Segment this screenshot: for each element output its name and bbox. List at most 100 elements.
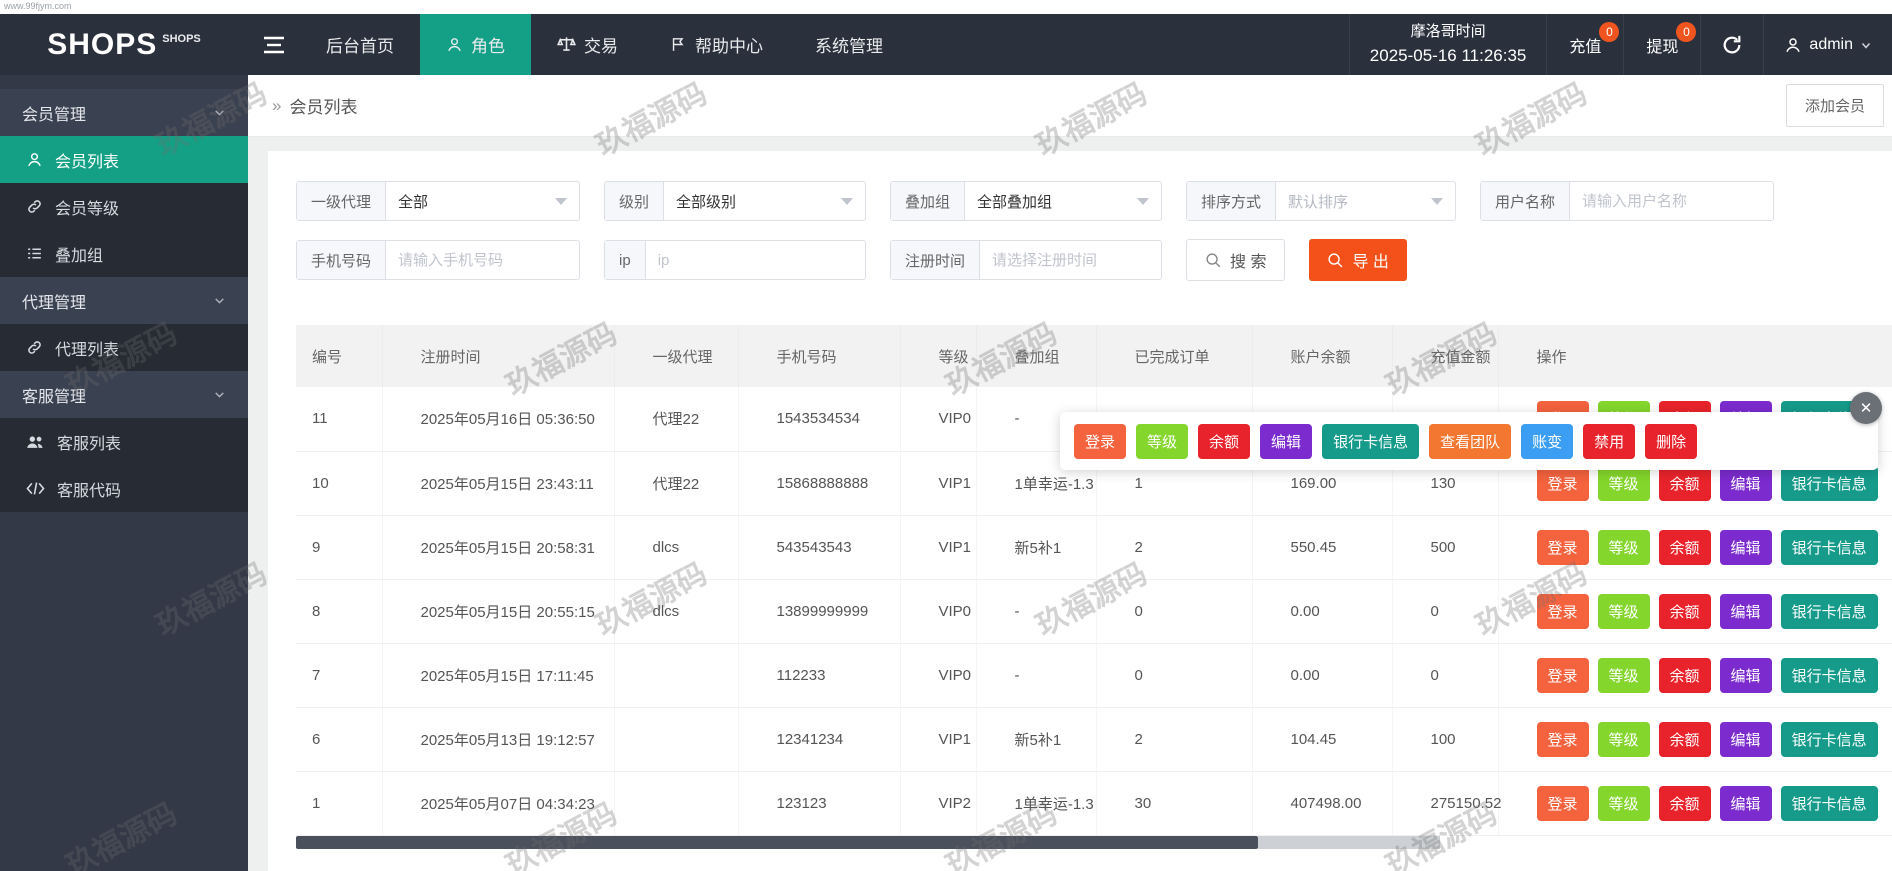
popup-action-level-button[interactable]: 等级	[1136, 423, 1189, 459]
action-level-button[interactable]: 等级	[1597, 529, 1650, 565]
close-icon[interactable]: ✕	[1850, 392, 1882, 424]
action-level-button[interactable]: 等级	[1597, 593, 1650, 629]
popup-action-delete-button[interactable]: 删除	[1645, 423, 1698, 459]
popup-action-change-button[interactable]: 账变	[1521, 423, 1574, 459]
cell-reg-time: 2025年05月07日 04:34:23	[382, 771, 615, 836]
action-edit-button[interactable]: 编辑	[1719, 785, 1772, 821]
action-login-button[interactable]: 登录	[1536, 657, 1589, 693]
cell-agent: 代理22	[614, 387, 739, 452]
sidebar-item-代理列表[interactable]: 代理列表	[0, 324, 248, 371]
filter-sort-label: 排序方式	[1187, 182, 1277, 220]
search-label: 搜 索	[1230, 254, 1267, 271]
action-login-button[interactable]: 登录	[1536, 785, 1589, 821]
nav-label: 系统管理	[815, 37, 883, 56]
action-bank-button[interactable]: 银行卡信息	[1780, 721, 1878, 757]
action-edit-button[interactable]: 编辑	[1719, 593, 1772, 629]
filter-group-label: 叠加组	[891, 182, 966, 220]
popup-action-balance-button[interactable]: 余额	[1198, 423, 1251, 459]
action-bank-button[interactable]: 银行卡信息	[1780, 465, 1878, 501]
filter-ip-label: ip	[605, 241, 646, 279]
action-login-button[interactable]: 登录	[1536, 593, 1589, 629]
cell-orders: 0	[1096, 579, 1253, 644]
sidebar-item-会员列表[interactable]: 会员列表	[0, 136, 248, 183]
sidebar-group-label: 客服管理	[22, 388, 87, 406]
cell-group: -	[976, 643, 1097, 708]
sidebar: 会员管理 会员列表 会员等级 叠加组 代理管理 代理列表客服管理客服列表 客服代码	[0, 75, 248, 871]
action-level-button[interactable]: 等级	[1597, 465, 1650, 501]
export-button[interactable]: 导 出	[1309, 239, 1407, 281]
top-url-watermark: www.99fjym.com	[0, 0, 1892, 14]
withdraw-button[interactable]: 提现 0	[1623, 14, 1700, 75]
action-edit-button[interactable]: 编辑	[1719, 465, 1772, 501]
recharge-button[interactable]: 充值 0	[1546, 14, 1623, 75]
table-row: 9 2025年05月15日 20:58:31 dlcs 543543543 VIP1 新5…	[296, 515, 1892, 580]
scrollbar-track[interactable]	[1258, 835, 1440, 849]
action-bank-button[interactable]: 银行卡信息	[1780, 785, 1878, 821]
cell-actions: 登录等级余额编辑银行卡信息	[1498, 515, 1892, 580]
sidebar-group-会员管理[interactable]: 会员管理	[0, 89, 248, 136]
popup-action-team-button[interactable]: 查看团队	[1429, 423, 1512, 459]
nav-item-后台首页[interactable]: 后台首页	[300, 14, 420, 75]
action-edit-button[interactable]: 编辑	[1719, 721, 1772, 757]
export-search-icon	[1328, 252, 1343, 267]
action-balance-button[interactable]: 余额	[1658, 657, 1711, 693]
action-login-button[interactable]: 登录	[1536, 529, 1589, 565]
filter-group-select[interactable]: 叠加组 全部叠加组	[890, 181, 1162, 221]
table-row: 6 2025年05月13日 19:12:57 12341234 VIP1 新5补1 2 10…	[296, 707, 1892, 772]
popup-action-disable-button[interactable]: 禁用	[1583, 423, 1636, 459]
menu-toggle-icon[interactable]	[248, 14, 300, 75]
ip-input[interactable]	[645, 241, 869, 279]
nav-item-系统管理[interactable]: 系统管理	[789, 14, 909, 75]
filter-level-select[interactable]: 级别 全部级别	[604, 181, 866, 221]
timezone-clock: 摩洛哥时间 2025-05-16 11:26:35	[1348, 14, 1547, 75]
cell-reg-time: 2025年05月15日 23:43:11	[382, 451, 615, 516]
action-balance-button[interactable]: 余额	[1658, 593, 1711, 629]
action-bank-button[interactable]: 银行卡信息	[1780, 593, 1878, 629]
logo: SHOPS SHOPS	[0, 14, 248, 75]
filter-regtime-label: 注册时间	[891, 241, 981, 279]
scrollbar-thumb[interactable]	[296, 835, 1258, 849]
action-balance-button[interactable]: 余额	[1658, 529, 1711, 565]
phone-input[interactable]	[386, 241, 610, 279]
nav-label: 后台首页	[326, 37, 394, 56]
filter-sort-value: 默认排序	[1288, 193, 1349, 211]
nav-item-帮助中心[interactable]: 帮助中心	[644, 14, 789, 75]
action-level-button[interactable]: 等级	[1597, 657, 1650, 693]
nav-item-交易[interactable]: 交易	[531, 14, 644, 75]
content-card: 一级代理 全部 级别 全部级别 叠加组 全部叠加组 排序方式 默认排序 用户名称…	[268, 151, 1892, 871]
popup-action-bank-button[interactable]: 银行卡信息	[1322, 423, 1420, 459]
filter-sort-select[interactable]: 排序方式 默认排序	[1186, 181, 1456, 221]
popup-action-login-button[interactable]: 登录	[1074, 423, 1127, 459]
action-edit-button[interactable]: 编辑	[1719, 657, 1772, 693]
action-login-button[interactable]: 登录	[1536, 721, 1589, 757]
nav-item-角色[interactable]: 角色	[420, 14, 531, 75]
action-edit-button[interactable]: 编辑	[1719, 529, 1772, 565]
sidebar-item-客服代码[interactable]: 客服代码	[0, 465, 248, 512]
recharge-label: 充值	[1569, 38, 1602, 56]
action-balance-button[interactable]: 余额	[1658, 465, 1711, 501]
sidebar-group-代理管理[interactable]: 代理管理	[0, 277, 248, 324]
action-balance-button[interactable]: 余额	[1658, 721, 1711, 757]
admin-menu[interactable]: admin	[1763, 14, 1892, 75]
cell-reg-time: 2025年05月15日 20:55:15	[382, 579, 615, 644]
refresh-icon[interactable]	[1700, 14, 1763, 75]
action-balance-button[interactable]: 余额	[1658, 785, 1711, 821]
action-bank-button[interactable]: 银行卡信息	[1780, 657, 1878, 693]
recharge-badge: 0	[1599, 22, 1620, 42]
action-login-button[interactable]: 登录	[1536, 465, 1589, 501]
action-bank-button[interactable]: 银行卡信息	[1780, 529, 1878, 565]
username-input[interactable]	[1570, 182, 1794, 220]
regtime-input[interactable]	[980, 241, 1204, 279]
add-member-button[interactable]: 添加会员	[1785, 84, 1884, 127]
sidebar-group-客服管理[interactable]: 客服管理	[0, 371, 248, 418]
sidebar-item-会员等级[interactable]: 会员等级	[0, 183, 248, 230]
filter-phone-field: 手机号码	[296, 240, 610, 280]
cell-actions: 登录等级余额编辑银行卡信息	[1498, 579, 1892, 644]
sidebar-item-叠加组[interactable]: 叠加组	[0, 230, 248, 277]
sidebar-item-客服列表[interactable]: 客服列表	[0, 418, 248, 465]
action-level-button[interactable]: 等级	[1597, 721, 1650, 757]
filter-agent-select[interactable]: 一级代理 全部	[296, 181, 580, 221]
popup-action-edit-button[interactable]: 编辑	[1260, 423, 1313, 459]
action-level-button[interactable]: 等级	[1597, 785, 1650, 821]
cell-id: 9	[296, 515, 383, 580]
